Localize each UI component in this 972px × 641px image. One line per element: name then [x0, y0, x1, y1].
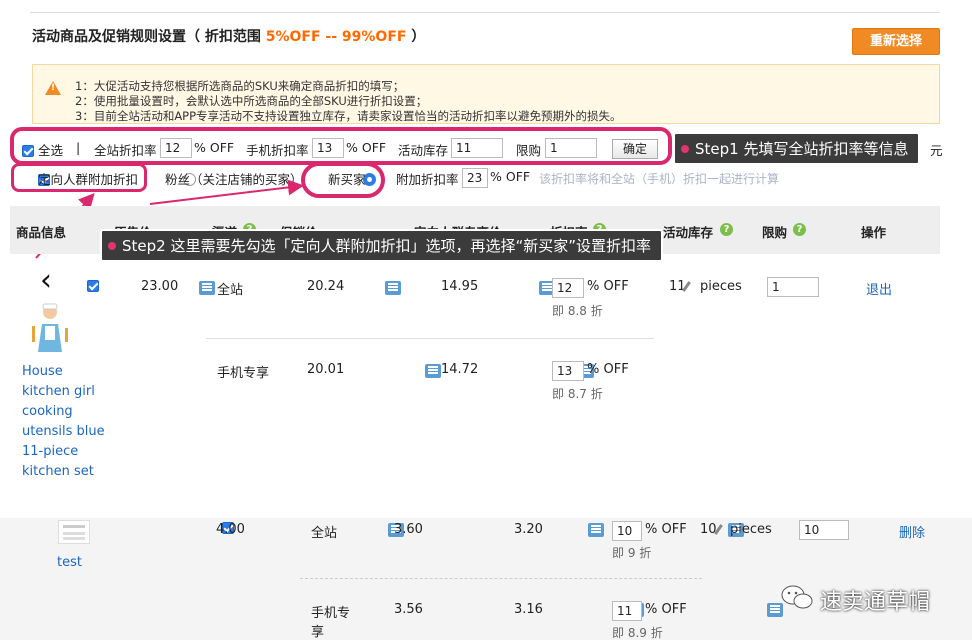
mobile-discount-input[interactable]: [312, 138, 344, 158]
page-title: 活动商品及促销规则设置（ 折扣范围 5%OFF -- 99%OFF ）: [32, 29, 426, 45]
target-price: 3.20: [514, 522, 543, 537]
product-name[interactable]: House kitchen girl cooking utensils blue…: [22, 362, 112, 482]
fans-label: 粉丝（关注店铺的买家）: [165, 172, 303, 187]
row-divider: [206, 338, 654, 339]
target-price: 3.16: [514, 602, 543, 617]
row-divider: [300, 578, 702, 579]
channel: 手机专享: [217, 366, 270, 381]
new-buyer-label: 新买家: [328, 172, 366, 187]
confirm-button[interactable]: 确定: [612, 139, 658, 159]
top-divider: [30, 12, 940, 13]
col-product: 商品信息: [16, 225, 67, 240]
limit-input[interactable]: [799, 520, 849, 540]
promo-price: 3.60: [394, 522, 423, 537]
discount-range: 5%OFF -- 99%OFF: [265, 29, 407, 45]
discount-input[interactable]: [612, 601, 642, 621]
target-price: 14.95: [441, 279, 479, 294]
limit-label: 限购: [516, 143, 542, 158]
callout-dot: [108, 241, 116, 250]
original-price: 4.00: [216, 522, 245, 537]
trailing-text: 元: [930, 143, 943, 158]
discount-equivalent: 即 8.7 折: [552, 387, 603, 401]
price-tag-icon: [587, 522, 604, 537]
discount-input[interactable]: [552, 361, 584, 381]
stock-value: 10: [700, 522, 717, 537]
price-tag-icon: [424, 363, 441, 378]
notice-line: 3：目前全站活动和APP专享活动不支持设置独立库存，请卖家设置恰当的活动折扣率以…: [75, 109, 622, 123]
product-thumbnail: [58, 520, 90, 544]
price-tag-icon: [199, 280, 216, 295]
watermark-text: 速卖通草帽: [820, 590, 931, 615]
site-discount-label: 全站折扣率: [94, 143, 157, 158]
discount-input[interactable]: [612, 521, 642, 541]
channel-cont: 享: [311, 625, 325, 640]
step2-callout: Step2 这里需要先勾选「定向人群附加折扣」选项，再选择“新买家”设置折扣率: [100, 229, 664, 262]
stock-unit: pieces: [730, 522, 772, 537]
divider: |: [76, 140, 81, 155]
target-price: 14.72: [441, 362, 479, 377]
mobile-discount-label: 手机折扣率: [246, 143, 309, 158]
col-limit: 限购: [762, 225, 788, 240]
target-discount-label: 定向人群附加折扣: [38, 172, 139, 187]
extra-discount-hint: 该折扣率将和全站（手机）折扣一起进行计算: [539, 172, 780, 186]
discount-unit: % OFF: [645, 522, 687, 537]
notice-line: 2：使用批量设置时，会默认选中所选商品的全部SKU进行折扣设置；: [75, 94, 428, 108]
reset-button[interactable]: 重新选择: [852, 28, 940, 55]
promo-price: 3.56: [394, 602, 423, 617]
notice-text: 1：大促活动支持您根据所选商品的SKU来确定商品折扣的填写； 2：使用批量设置时…: [75, 79, 622, 124]
extra-discount-unit: % OFF: [490, 169, 531, 184]
stock-input[interactable]: [451, 138, 503, 158]
discount-equivalent: 即 8.9 折: [612, 626, 663, 640]
discount-unit: % OFF: [587, 362, 629, 377]
stock-unit: pieces: [700, 279, 742, 294]
wechat-icon: [781, 585, 813, 609]
discount-unit: % OFF: [645, 602, 687, 617]
channel: 全站: [311, 526, 338, 541]
discount-input[interactable]: [552, 278, 584, 298]
delete-link[interactable]: 删除: [899, 522, 925, 541]
col-stock: 活动库存: [663, 225, 714, 240]
warning-icon: !: [45, 81, 61, 95]
product-name[interactable]: test: [57, 555, 82, 570]
discount-equivalent: 即 8.8 折: [552, 304, 603, 318]
notice-box: ! 1：大促活动支持您根据所选商品的SKU来确定商品折扣的填写； 2：使用批量设…: [32, 64, 940, 124]
site-discount-unit: % OFF: [194, 140, 235, 155]
help-icon[interactable]: ?: [793, 223, 806, 236]
mobile-discount-unit: % OFF: [346, 140, 387, 155]
notice-line: 1：大促活动支持您根据所选商品的SKU来确定商品折扣的填写；: [75, 79, 405, 93]
channel: 手机专: [311, 606, 351, 621]
exit-link[interactable]: 退出: [866, 279, 892, 298]
select-all-checkbox[interactable]: [22, 144, 34, 157]
discount-unit: % OFF: [587, 279, 629, 294]
original-price: 23.00: [141, 279, 179, 294]
extra-discount-input[interactable]: [462, 168, 488, 188]
product-thumbnail: [32, 303, 68, 352]
promo-price: 20.01: [307, 362, 345, 377]
promo-price: 20.24: [307, 279, 345, 294]
discount-equivalent: 即 9 折: [612, 546, 652, 560]
channel: 全站: [217, 283, 244, 298]
stock-label: 活动库存: [398, 143, 449, 158]
chevron-left-icon[interactable]: ‹: [40, 266, 52, 296]
help-icon[interactable]: ?: [720, 223, 733, 236]
col-action: 操作: [861, 225, 887, 240]
price-tag-icon: [384, 280, 401, 295]
callout-dot: [681, 144, 689, 153]
select-all-label: 全选: [38, 143, 64, 158]
limit-input[interactable]: [545, 138, 597, 158]
product-checkbox[interactable]: [87, 279, 100, 292]
extra-discount-label: 附加折扣率: [396, 172, 459, 187]
site-discount-input[interactable]: [160, 138, 192, 158]
step1-callout: Step1 先填写全站折扣率等信息: [673, 132, 921, 165]
arrow-to-new-buyer: [149, 179, 304, 205]
limit-input[interactable]: [767, 277, 819, 297]
